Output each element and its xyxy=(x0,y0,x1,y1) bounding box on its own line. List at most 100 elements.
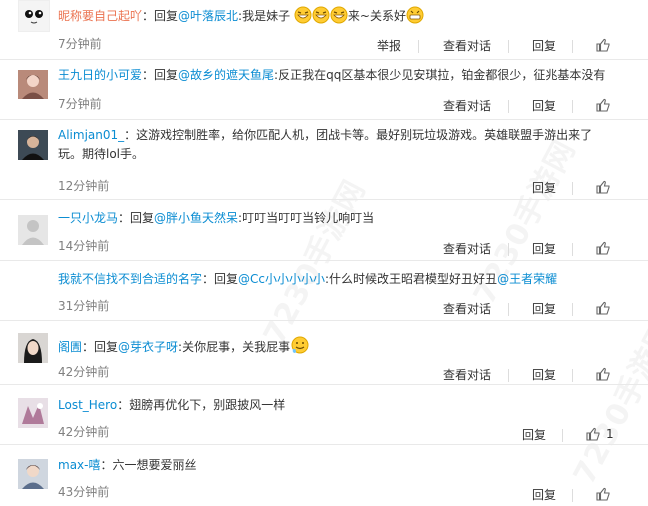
avatar[interactable] xyxy=(18,398,48,428)
divider xyxy=(572,489,573,502)
comment-body: :叮叮当叮叮当铃儿响叮当 xyxy=(238,211,375,225)
comment-item: 阁圊：回复@芽衣子呀:关你屁事，关我屁事 42分钟前 查看对话 回复 xyxy=(0,321,648,385)
like-button[interactable] xyxy=(596,38,610,55)
like-count: 1 xyxy=(606,427,614,441)
username-link[interactable]: max-嘻 xyxy=(58,458,100,472)
reply-button[interactable]: 回复 xyxy=(532,97,556,114)
divider xyxy=(418,40,419,53)
like-button[interactable] xyxy=(596,180,610,197)
thumbs-up-icon xyxy=(586,427,600,441)
avatar[interactable] xyxy=(18,333,48,363)
mention-link[interactable]: @故乡的遮天鱼尾 xyxy=(178,68,274,82)
view-conversation-button[interactable]: 查看对话 xyxy=(443,366,491,383)
comment-actions: 回复 1 xyxy=(0,426,648,446)
view-conversation-button[interactable]: 查看对话 xyxy=(443,97,491,114)
comment-actions: 回复 xyxy=(0,486,648,506)
divider xyxy=(572,100,573,113)
reply-button[interactable]: 回复 xyxy=(532,366,556,383)
comment-body: :关你屁事，关我屁事 xyxy=(178,340,291,354)
comment-item: max-嘻：六一想要爱丽丝 43分钟前 回复 xyxy=(0,445,648,502)
reply-button[interactable]: 回复 xyxy=(532,300,556,317)
comment-text: 昵称要自己起吖：回复@叶落辰北:我是妹子 来~关系好 xyxy=(58,6,624,30)
comment-body: ：六一想要爱丽丝 xyxy=(100,458,197,472)
mention-link[interactable]: @芽衣子呀 xyxy=(118,340,178,354)
thumbs-up-icon xyxy=(596,487,610,501)
like-button[interactable] xyxy=(596,487,610,504)
comment-body: 来~关系好 xyxy=(347,9,406,23)
like-button[interactable] xyxy=(596,241,610,258)
comment-item: 王九日的小可爱：回复@故乡的遮天鱼尾:反正我在qq区基本很少见安琪拉，铂金都很少… xyxy=(0,60,648,120)
thumbs-up-icon xyxy=(596,241,610,255)
laugh-emoji-icon xyxy=(312,6,330,30)
view-conversation-button[interactable]: 查看对话 xyxy=(443,300,491,317)
username-link[interactable]: 我就不信找不到合适的名字 xyxy=(58,272,202,286)
username-link[interactable]: 阁圊 xyxy=(58,340,82,354)
comment-prefix: ：回复 xyxy=(202,272,239,286)
thumbs-up-icon xyxy=(596,38,610,52)
divider xyxy=(508,100,509,113)
comment-item: 昵称要自己起吖：回复@叶落辰北:我是妹子 来~关系好 7分钟前 举报 查看对话 … xyxy=(0,0,648,60)
thumbs-up-icon xyxy=(596,180,610,194)
mention-link[interactable]: @Cc小小小小小 xyxy=(238,272,325,286)
grin-emoji-icon xyxy=(406,6,424,30)
comment-text: 我就不信找不到合适的名字：回复@Cc小小小小小:什么时候改王昭君模型好丑好丑@王… xyxy=(58,270,624,289)
comment-actions: 查看对话 回复 xyxy=(0,97,648,117)
avatar[interactable] xyxy=(18,459,48,489)
comment-item: 我就不信找不到合适的名字：回复@Cc小小小小小:什么时候改王昭君模型好丑好丑@王… xyxy=(0,261,648,321)
like-button[interactable] xyxy=(596,301,610,318)
comment-prefix: ：回复 xyxy=(118,211,155,225)
comment-body: ：翅膀再优化下，别跟披风一样 xyxy=(117,398,286,412)
comment-actions: 查看对话 回复 xyxy=(0,300,648,320)
comment-prefix: ：回复 xyxy=(142,68,179,82)
divider xyxy=(508,40,509,53)
comment-actions: 查看对话 回复 xyxy=(0,240,648,260)
mention-link[interactable]: @王者荣耀 xyxy=(497,272,557,286)
report-button[interactable]: 举报 xyxy=(377,37,401,54)
avatar[interactable] xyxy=(18,70,48,99)
like-button[interactable] xyxy=(596,367,610,384)
reply-button[interactable]: 回复 xyxy=(532,240,556,257)
divider xyxy=(508,303,509,316)
reply-button[interactable]: 回复 xyxy=(522,426,546,443)
divider xyxy=(572,369,573,382)
comment-text: Alimjan01_：这游戏控制胜率，给你匹配人机，团战卡等。最好别玩垃圾游戏。… xyxy=(58,126,600,164)
thumbs-up-icon xyxy=(596,367,610,381)
comment-item: Alimjan01_：这游戏控制胜率，给你匹配人机，团战卡等。最好别玩垃圾游戏。… xyxy=(0,120,648,200)
sweat-emoji-icon xyxy=(290,335,310,361)
thumbs-up-icon xyxy=(596,98,610,112)
username-link[interactable]: 一只小龙马 xyxy=(58,211,118,225)
mention-link[interactable]: @胖小鱼天然呆 xyxy=(154,211,238,225)
comment-actions: 回复 xyxy=(0,179,648,199)
username-link[interactable]: 昵称要自己起吖 xyxy=(58,9,142,23)
avatar[interactable] xyxy=(18,130,48,160)
divider xyxy=(572,40,573,53)
laugh-emoji-icon xyxy=(330,6,348,30)
comment-prefix: ：回复 xyxy=(82,340,119,354)
mention-link[interactable]: @叶落辰北 xyxy=(178,9,238,23)
comment-text: 王九日的小可爱：回复@故乡的遮天鱼尾:反正我在qq区基本很少见安琪拉，铂金都很少… xyxy=(58,66,624,85)
comment-text: 阁圊：回复@芽衣子呀:关你屁事，关我屁事 xyxy=(58,335,624,361)
comment-body: :什么时候改王昭君模型好丑好丑 xyxy=(325,272,498,286)
username-link[interactable]: Alimjan01_ xyxy=(58,128,124,142)
divider xyxy=(508,243,509,256)
divider xyxy=(572,182,573,195)
reply-button[interactable]: 回复 xyxy=(532,486,556,503)
avatar[interactable] xyxy=(18,0,50,32)
comment-actions: 举报 查看对话 回复 xyxy=(0,37,648,57)
like-button[interactable] xyxy=(596,98,610,115)
view-conversation-button[interactable]: 查看对话 xyxy=(443,240,491,257)
divider xyxy=(572,243,573,256)
reply-button[interactable]: 回复 xyxy=(532,179,556,196)
like-button[interactable]: 1 xyxy=(586,427,614,444)
comment-item: Lost_Hero：翅膀再优化下，别跟披风一样 42分钟前 回复 1 xyxy=(0,385,648,445)
reply-button[interactable]: 回复 xyxy=(532,37,556,54)
username-link[interactable]: Lost_Hero xyxy=(58,398,117,412)
comment-actions: 查看对话 回复 xyxy=(0,366,648,386)
comment-text: Lost_Hero：翅膀再优化下，别跟披风一样 xyxy=(58,396,624,415)
username-link[interactable]: 王九日的小可爱 xyxy=(58,68,142,82)
thumbs-up-icon xyxy=(596,301,610,315)
view-conversation-button[interactable]: 查看对话 xyxy=(443,37,491,54)
comment-text: max-嘻：六一想要爱丽丝 xyxy=(58,456,624,475)
comment-prefix: ：回复 xyxy=(142,9,179,23)
divider xyxy=(508,369,509,382)
